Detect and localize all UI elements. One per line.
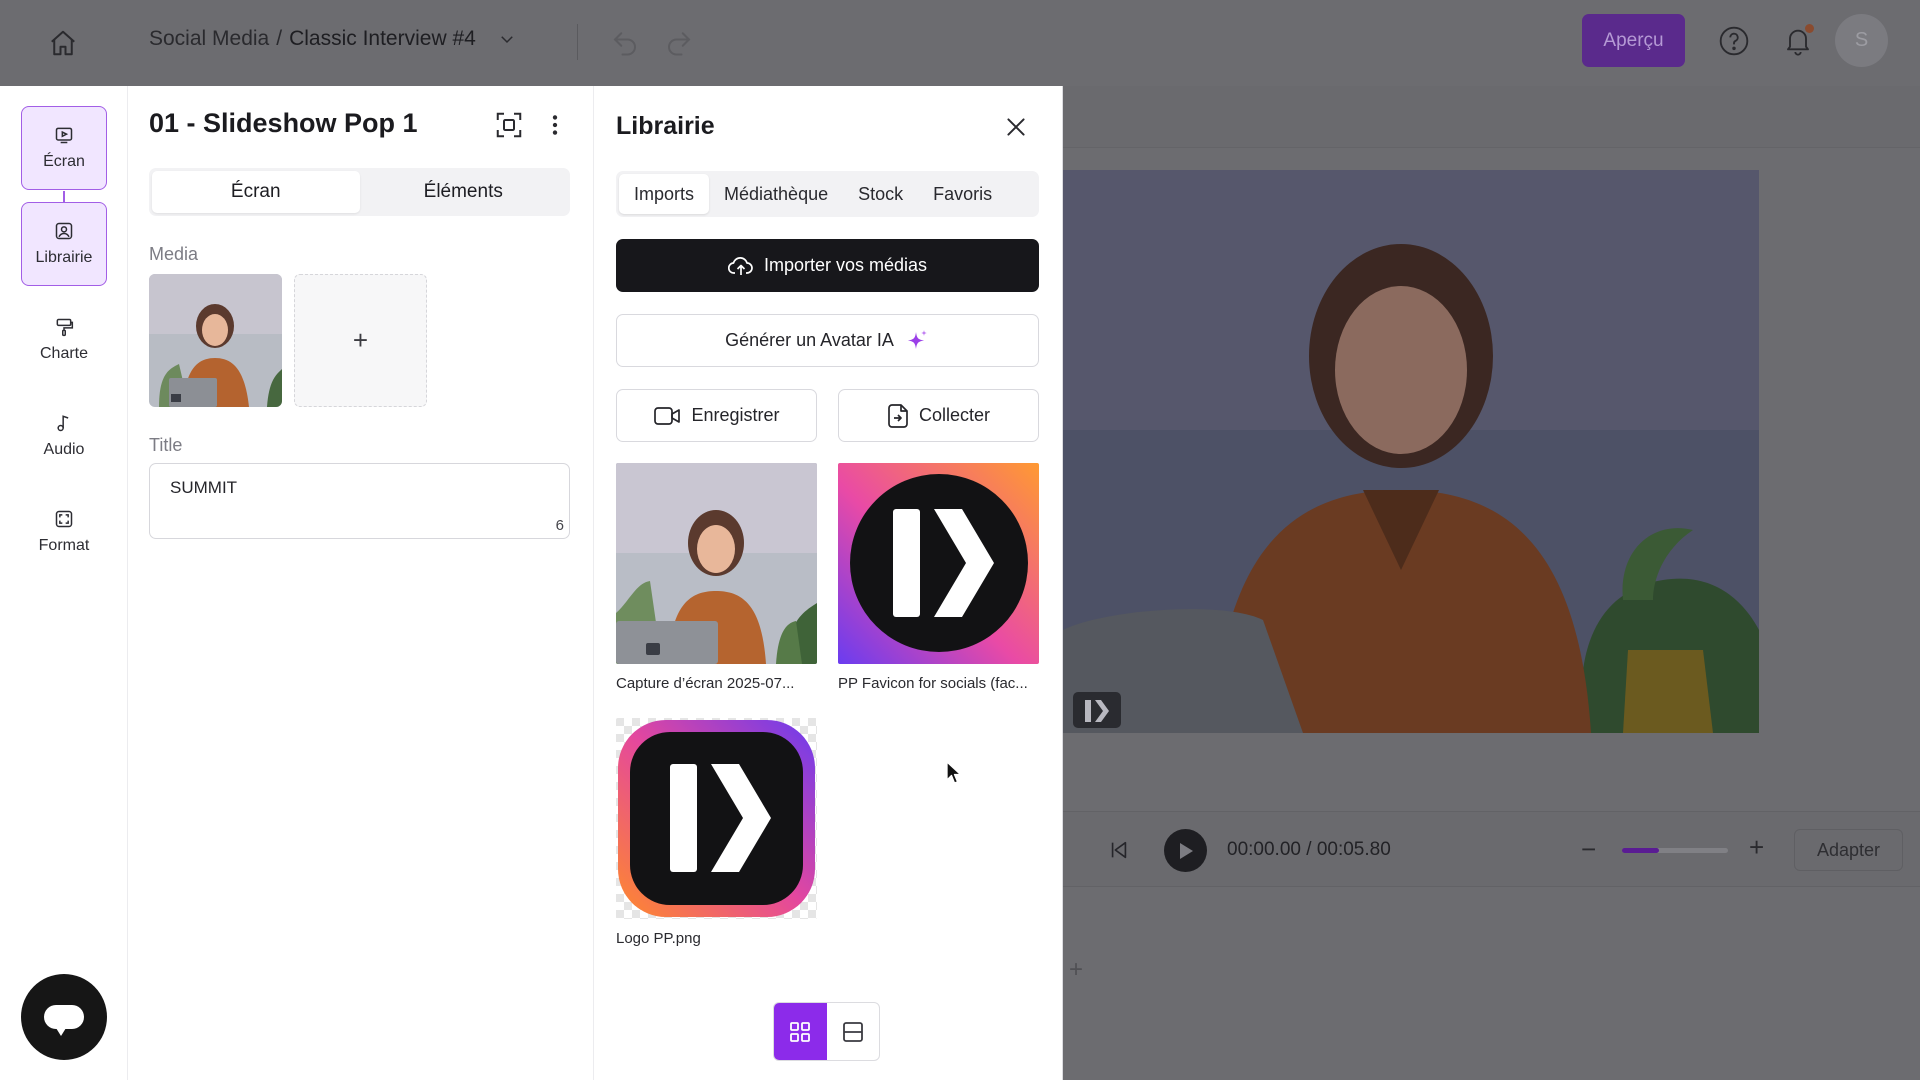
redo-icon[interactable] — [664, 27, 694, 62]
collect-icon — [888, 403, 908, 428]
asset-item[interactable]: PP Favicon for socials (fac... — [838, 463, 1043, 692]
nav-item-label: Librairie — [35, 249, 93, 266]
nav-item-librairie[interactable]: Librairie — [21, 202, 107, 286]
close-icon[interactable] — [1003, 114, 1029, 145]
notifications-icon[interactable] — [1782, 24, 1816, 58]
sparkle-icon — [907, 329, 927, 349]
library-tabs: Imports Médiathèque Stock Favoris — [616, 171, 1039, 217]
chat-support-button[interactable] — [21, 974, 107, 1060]
nav-item-audio[interactable]: Audio — [21, 394, 107, 478]
asset-thumbnail — [616, 463, 817, 664]
undo-icon[interactable] — [610, 27, 640, 62]
generate-avatar-button[interactable]: Générer un Avatar IA — [616, 314, 1039, 367]
asset-caption: Logo PP.png — [616, 930, 701, 947]
tab-ecran[interactable]: Écran — [152, 171, 360, 213]
play-button[interactable] — [1164, 829, 1207, 872]
video-camera-icon — [654, 406, 681, 425]
screen-tabs: Écran Éléments — [149, 168, 570, 216]
chevron-down-icon[interactable] — [498, 30, 516, 48]
breadcrumb: Social Media / Classic Interview #4 — [149, 27, 516, 51]
focus-frame-icon[interactable] — [494, 110, 524, 145]
zoom-out-button[interactable]: − — [1581, 834, 1596, 865]
nav-item-label: Charte — [39, 345, 89, 362]
title-label: Title — [149, 435, 183, 455]
tab-stock[interactable]: Stock — [843, 174, 918, 214]
project-title[interactable]: Classic Interview #4 — [289, 27, 476, 51]
fit-button[interactable]: Adapter — [1794, 829, 1903, 871]
time-total: 00:05.80 — [1316, 839, 1391, 860]
tab-mediatheque[interactable]: Médiathèque — [709, 174, 843, 214]
nav-item-ecran[interactable]: Écran — [21, 106, 107, 190]
nav-item-charte[interactable]: Charte — [21, 298, 107, 382]
screen-icon — [55, 127, 73, 144]
play-icon — [1179, 842, 1193, 859]
time-current: 00:00.00 — [1227, 839, 1301, 860]
tab-imports[interactable]: Imports — [619, 174, 710, 214]
asset-thumbnail — [616, 718, 817, 919]
help-icon[interactable] — [1718, 25, 1750, 62]
title-char-count: 6 — [555, 517, 564, 534]
breadcrumb-separator: / — [276, 27, 283, 50]
playback-bar: 00:00.00 / 00:05.80 − + Adapter — [1063, 811, 1920, 887]
screen-panel: 01 - Slideshow Pop 1 Écran Éléments Medi… — [128, 86, 594, 1080]
time-display: 00:00.00 / 00:05.80 — [1227, 839, 1391, 861]
library-icon — [55, 222, 73, 240]
nav-item-format[interactable]: Format — [21, 490, 107, 574]
paint-roller-icon — [56, 318, 74, 337]
asset-caption: Capture d’écran 2025-07... — [616, 675, 795, 692]
preview-button[interactable]: Aperçu — [1582, 14, 1685, 67]
toolbar-divider — [577, 24, 578, 60]
add-media-button[interactable]: + — [294, 274, 427, 407]
media-label: Media — [149, 244, 199, 264]
time-separator: / — [1300, 839, 1317, 860]
breadcrumb-section[interactable]: Social Media — [149, 27, 269, 51]
view-toggle — [773, 1002, 880, 1061]
title-value: SUMMIT — [170, 478, 238, 497]
nav-item-label: Écran — [43, 153, 85, 170]
cloud-upload-icon — [727, 256, 753, 275]
preview-toolstrip — [1063, 86, 1920, 148]
user-avatar[interactable]: S — [1835, 14, 1888, 67]
collect-button[interactable]: Collecter — [838, 389, 1039, 442]
asset-thumbnail — [838, 463, 1039, 664]
zoom-in-button[interactable]: + — [1749, 832, 1764, 863]
add-track-button[interactable]: + — [1069, 956, 1083, 984]
asset-item[interactable]: Logo PP.png — [616, 718, 821, 947]
format-icon — [55, 510, 73, 528]
music-note-icon — [57, 415, 69, 432]
title-field[interactable]: SUMMIT 6 — [149, 463, 570, 539]
library-title: Librairie — [616, 112, 715, 140]
record-button[interactable]: Enregistrer — [616, 389, 817, 442]
nav-item-label: Format — [38, 537, 90, 554]
record-label: Enregistrer — [691, 405, 780, 425]
asset-item[interactable]: Capture d’écran 2025-07... — [616, 463, 821, 692]
library-panel: Librairie Imports Médiathèque Stock Favo… — [595, 86, 1063, 1080]
screen-title: 01 - Slideshow Pop 1 — [149, 108, 418, 138]
home-icon[interactable] — [46, 26, 80, 60]
notification-dot — [1805, 24, 1814, 33]
asset-caption: PP Favicon for socials (fac... — [838, 675, 1028, 692]
mouse-cursor-icon — [945, 760, 963, 791]
left-nav: Écran Librairie Charte Audio Format — [0, 86, 128, 1080]
collect-label: Collecter — [918, 405, 991, 425]
top-bar: Social Media / Classic Interview #4 Aper… — [0, 0, 1920, 86]
tab-favoris[interactable]: Favoris — [918, 174, 1007, 214]
list-view-icon[interactable] — [827, 1003, 880, 1060]
skip-back-icon[interactable] — [1108, 839, 1130, 866]
chat-icon — [44, 1005, 84, 1036]
zoom-slider[interactable] — [1622, 848, 1728, 853]
video-preview[interactable] — [1063, 170, 1759, 733]
tab-elements[interactable]: Éléments — [360, 171, 568, 213]
import-media-label: Importer vos médias — [763, 255, 928, 275]
nav-item-label: Audio — [43, 441, 85, 458]
more-options-icon[interactable] — [542, 110, 568, 145]
media-thumbnail[interactable] — [149, 274, 282, 407]
import-media-button[interactable]: Importer vos médias — [616, 239, 1039, 292]
grid-view-icon[interactable] — [774, 1003, 827, 1060]
preview-area: 00:00.00 / 00:05.80 − + Adapter + — [1063, 86, 1920, 1080]
generate-avatar-label: Générer un Avatar IA — [725, 330, 894, 350]
zoom-slider-fill — [1622, 848, 1660, 853]
